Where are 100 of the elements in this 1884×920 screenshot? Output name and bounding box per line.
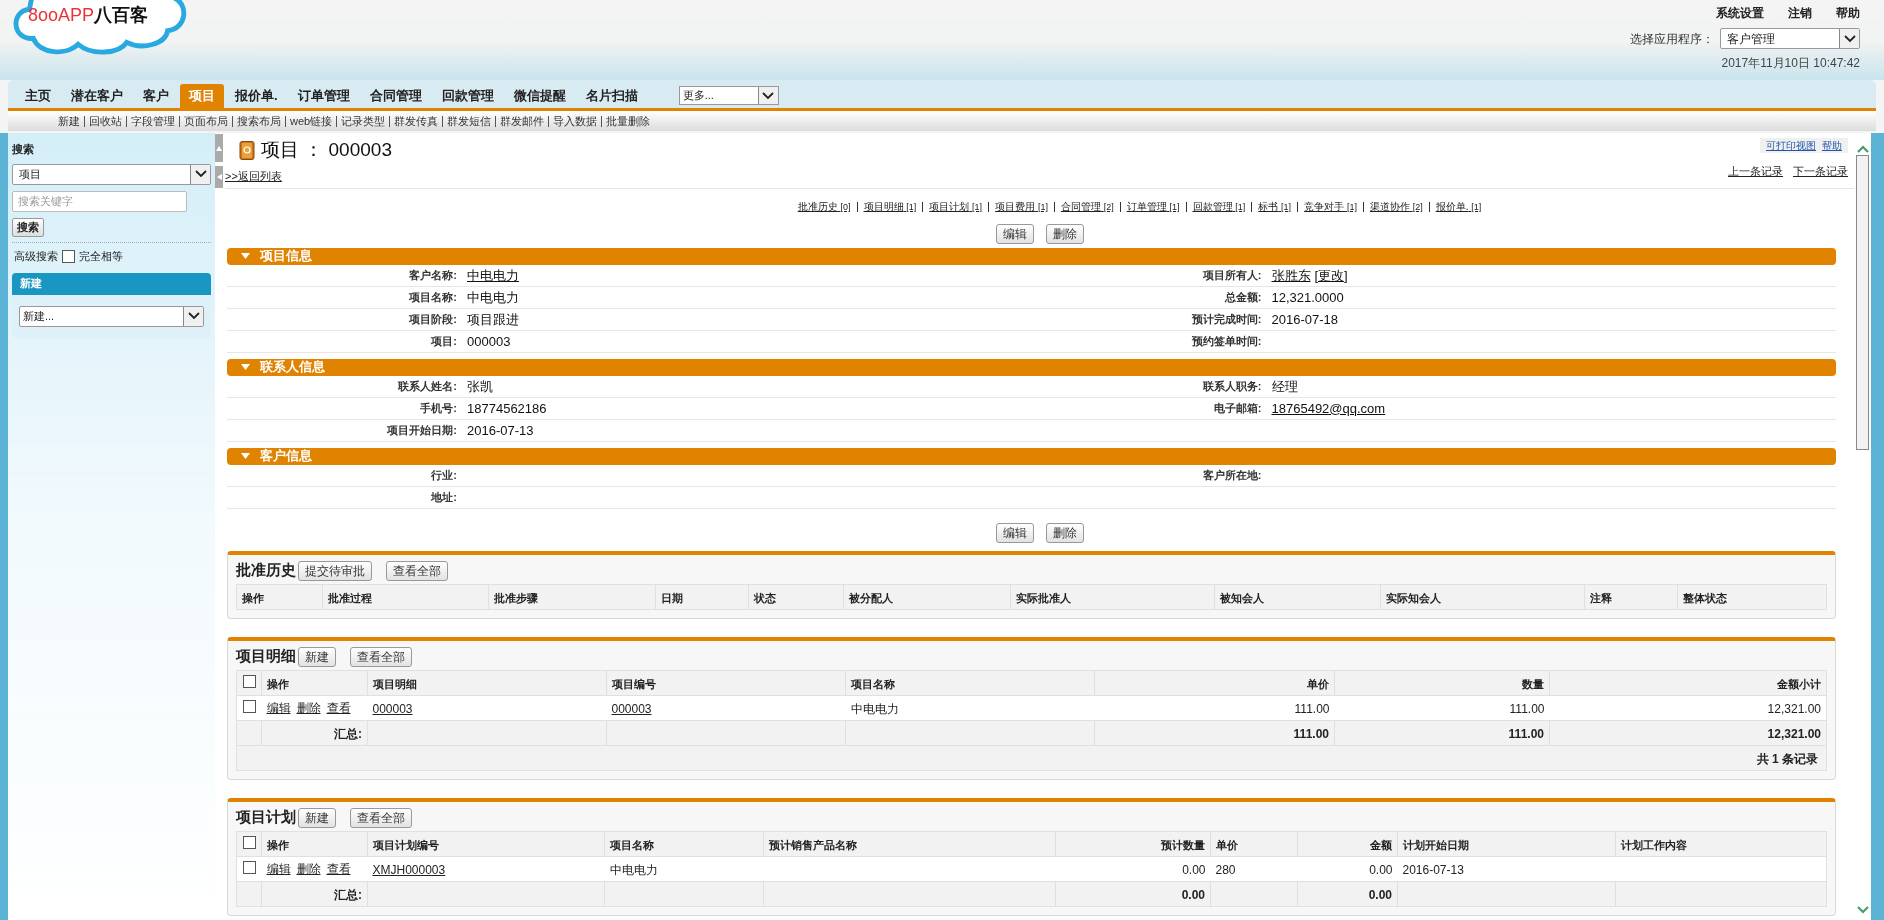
table-cell: 中电电力 bbox=[609, 862, 658, 877]
search-button[interactable]: 搜索 bbox=[12, 218, 44, 237]
dropdown-button[interactable] bbox=[190, 164, 210, 184]
next-record-link[interactable]: 下一条记录 bbox=[1793, 163, 1848, 180]
action-button[interactable]: 编辑 bbox=[995, 522, 1034, 543]
checkbox[interactable] bbox=[242, 860, 256, 874]
subnav-link[interactable]: 批量删除 bbox=[606, 112, 651, 130]
column-header: 被分配人 bbox=[849, 591, 893, 604]
field-link[interactable]: 18765492@qq.com bbox=[1271, 398, 1386, 418]
field-link[interactable]: 张胜东 bbox=[1271, 265, 1311, 285]
nav-tab[interactable]: 合同管理 bbox=[360, 84, 431, 108]
row-action-link[interactable]: 编辑 bbox=[266, 859, 291, 878]
table-cell: 2016-07-13 bbox=[1402, 862, 1464, 877]
dropdown-button[interactable] bbox=[757, 87, 778, 104]
panel-title: 新建 bbox=[20, 276, 42, 292]
previous-record-link[interactable]: 上一条记录 bbox=[1728, 163, 1783, 180]
row-action-link[interactable]: 查看 bbox=[326, 859, 351, 878]
row-action-link[interactable]: 删除 bbox=[296, 698, 321, 717]
subnav-link[interactable]: 字段管理 bbox=[131, 112, 175, 130]
subnav-link[interactable]: 回收站 bbox=[89, 112, 122, 130]
related-list-link[interactable]: 项目计划 [1] bbox=[929, 199, 983, 215]
record-link[interactable]: 000003 bbox=[372, 701, 413, 716]
related-list-link[interactable]: 报价单. [1] bbox=[1435, 199, 1482, 215]
action-button[interactable]: 编辑 bbox=[995, 223, 1034, 244]
subnav-link[interactable]: 群发短信 bbox=[447, 112, 492, 130]
subnav-link[interactable]: web链接 bbox=[290, 112, 333, 130]
scrollbar-thumb[interactable] bbox=[1856, 155, 1869, 450]
table-cell: 280 bbox=[1215, 862, 1236, 877]
column-header: 注释 bbox=[1590, 591, 1612, 604]
app-selector[interactable]: 客户管理 bbox=[1720, 28, 1860, 49]
column-header: 金额 bbox=[1370, 838, 1392, 851]
subnav-link[interactable]: 新建 bbox=[58, 112, 80, 130]
back-link[interactable]: >>返回列表 bbox=[225, 167, 392, 184]
more-select[interactable]: 更多... bbox=[678, 86, 779, 105]
subnav-link[interactable]: 群发邮件 bbox=[500, 112, 545, 130]
collapse-handle[interactable] bbox=[215, 166, 223, 188]
related-list-link[interactable]: 渠道协作 [2] bbox=[1369, 199, 1423, 215]
summary-value: 0.00 bbox=[1181, 887, 1205, 902]
related-list-link[interactable]: 项目费用 [1] bbox=[995, 199, 1048, 215]
subnav-link[interactable]: 页面布局 bbox=[184, 112, 228, 130]
nav-tab[interactable]: 回款管理 bbox=[432, 84, 503, 108]
checkbox[interactable] bbox=[242, 699, 256, 713]
table-cell: 111.00 bbox=[1294, 701, 1330, 716]
subnav-link[interactable]: 导入数据 bbox=[553, 112, 598, 130]
collapse-handle[interactable] bbox=[215, 134, 223, 162]
subnav-link[interactable]: 群发传真 bbox=[394, 112, 439, 130]
column-header: 金额小计 bbox=[1777, 677, 1821, 690]
related-list-link[interactable]: 批准历史 [0] bbox=[797, 199, 851, 215]
nav-tab[interactable]: 订单管理 bbox=[288, 84, 359, 108]
list-title: 项目计划 bbox=[236, 807, 296, 828]
field-label: 地址: bbox=[431, 489, 457, 505]
record-link[interactable]: XMJH000003 bbox=[372, 862, 446, 877]
column-header: 单价 bbox=[1216, 838, 1238, 851]
action-button[interactable]: 删除 bbox=[1045, 522, 1084, 543]
action-button[interactable]: 新建 bbox=[298, 646, 336, 667]
related-list-link[interactable]: 标书 [1] bbox=[1258, 199, 1292, 215]
action-button[interactable]: 查看全部 bbox=[350, 807, 412, 828]
search-field[interactable]: 搜索关键字 bbox=[12, 190, 187, 212]
dropdown-button[interactable] bbox=[183, 306, 203, 326]
row-action-link[interactable]: 查看 bbox=[326, 698, 351, 717]
top-link[interactable]: 系统设置 bbox=[1716, 4, 1764, 22]
print-view-link[interactable]: 可打印视图 bbox=[1766, 138, 1816, 153]
field-link[interactable]: 中电电力 bbox=[467, 265, 519, 285]
dropdown-button[interactable] bbox=[1839, 29, 1859, 48]
object-select[interactable]: 项目 bbox=[12, 163, 211, 185]
column-header: 操作 bbox=[242, 591, 264, 604]
action-button[interactable]: 删除 bbox=[1045, 223, 1084, 244]
related-list-link[interactable]: 竞争对手 [1] bbox=[1304, 199, 1357, 215]
advanced-search-link[interactable]: 高级搜索 bbox=[12, 248, 58, 265]
subnav-link[interactable]: 记录类型 bbox=[341, 112, 386, 130]
related-list-link[interactable]: 项目明细 [1] bbox=[863, 199, 917, 215]
record-link[interactable]: 000003 bbox=[611, 701, 652, 716]
action-button[interactable]: 新建 bbox=[298, 807, 336, 828]
top-link[interactable]: 帮助 bbox=[1836, 4, 1860, 22]
nav-tab[interactable]: 名片扫描 bbox=[576, 84, 647, 108]
row-action-link[interactable]: 编辑 bbox=[266, 698, 291, 717]
related-list-link[interactable]: 合同管理 [2] bbox=[1060, 199, 1114, 215]
nav-tab[interactable]: 报价单. bbox=[226, 84, 287, 108]
nav-tab[interactable]: 主页 bbox=[16, 84, 60, 108]
action-button[interactable]: 提交待审批 bbox=[298, 560, 372, 581]
new-select[interactable]: 新建... bbox=[19, 305, 204, 327]
chevron-down-icon bbox=[187, 312, 200, 320]
chevron-down-icon bbox=[194, 170, 207, 178]
subnav-link[interactable]: 搜索布局 bbox=[237, 112, 281, 130]
action-button[interactable]: 查看全部 bbox=[386, 560, 448, 581]
change-link[interactable]: [更改] bbox=[1314, 265, 1348, 285]
related-list-link[interactable]: 回款管理 [1] bbox=[1192, 199, 1246, 215]
nav-tab[interactable]: 微信提醒 bbox=[504, 84, 575, 108]
checkbox[interactable] bbox=[62, 249, 75, 263]
nav-tab[interactable]: 潜在客户 bbox=[62, 84, 132, 108]
column-header: 状态 bbox=[754, 591, 776, 604]
row-action-link[interactable]: 删除 bbox=[296, 859, 321, 878]
help-link[interactable]: 帮助 bbox=[1822, 138, 1842, 153]
action-button[interactable]: 查看全部 bbox=[350, 646, 412, 667]
checkbox[interactable] bbox=[242, 835, 256, 849]
related-list-link[interactable]: 订单管理 [1] bbox=[1126, 199, 1180, 215]
scrollbar[interactable] bbox=[1854, 133, 1871, 920]
checkbox[interactable] bbox=[242, 674, 256, 688]
top-link[interactable]: 注销 bbox=[1788, 4, 1812, 22]
nav-tab[interactable]: 客户 bbox=[134, 84, 178, 108]
